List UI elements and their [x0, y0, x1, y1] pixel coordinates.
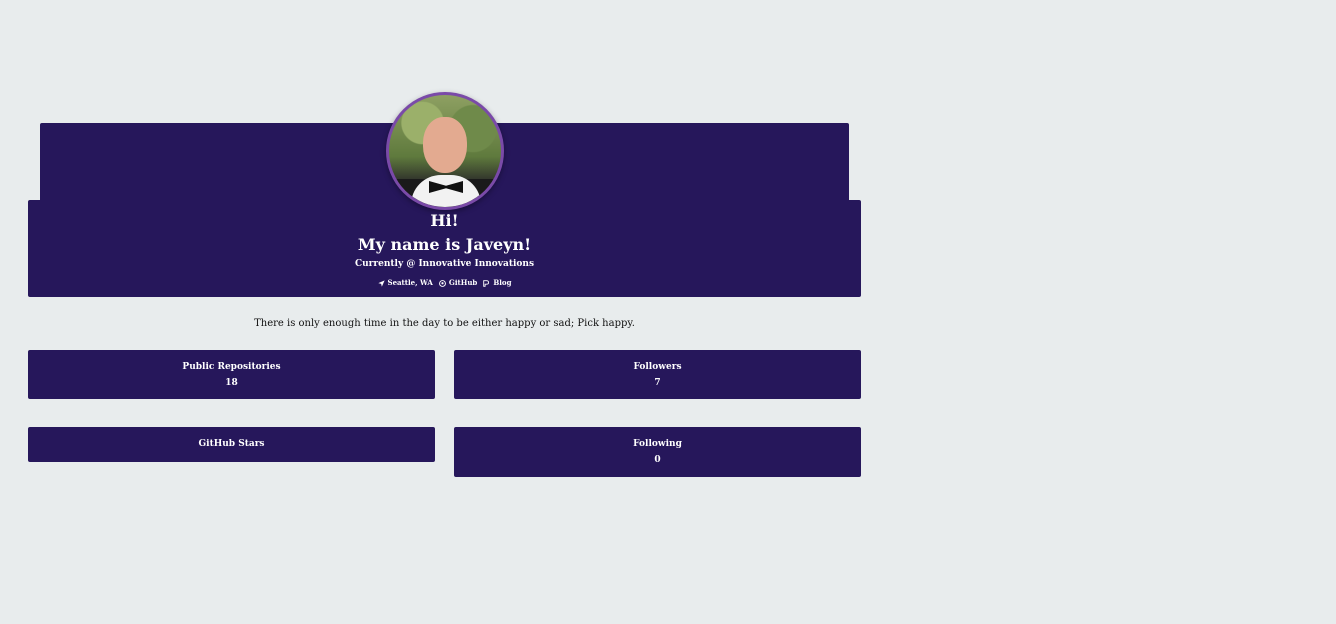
github-label: GitHub: [448, 278, 478, 287]
current-employer: Currently @ Innovative Innovations: [354, 259, 535, 269]
location-label: Seattle, WA: [387, 278, 433, 287]
github-link[interactable]: GitHub: [438, 278, 478, 288]
stat-label: Public Repositories: [182, 362, 281, 372]
stat-label: GitHub Stars: [198, 439, 265, 449]
tagline: There is only enough time in the day to …: [254, 318, 635, 329]
blog-label: Blog: [493, 278, 512, 287]
stat-value: 18: [225, 378, 238, 388]
location-arrow-icon: [377, 279, 385, 287]
avatar: [386, 92, 504, 210]
profile-links: Seattle, WA GitHub Blog: [28, 278, 861, 288]
profile-page: Hi! My name is Javeyn! Currently @ Innov…: [0, 0, 1336, 624]
greeting-heading: Hi!: [430, 211, 459, 230]
stat-followers: Followers 7: [454, 350, 861, 399]
location-link: Seattle, WA: [377, 278, 433, 288]
blog-link[interactable]: Blog: [483, 278, 511, 288]
stat-label: Followers: [633, 362, 682, 372]
profile-header: Hi! My name is Javeyn! Currently @ Innov…: [28, 200, 861, 297]
name-heading: My name is Javeyn!: [357, 235, 532, 254]
github-icon: [438, 279, 446, 287]
stat-following: Following 0: [454, 427, 861, 477]
stat-github-stars: GitHub Stars: [28, 427, 435, 462]
blog-icon: [483, 279, 490, 287]
stat-value: 0: [654, 455, 661, 465]
stat-public-repositories: Public Repositories 18: [28, 350, 435, 399]
stat-value: 7: [654, 378, 661, 388]
stat-label: Following: [633, 439, 682, 449]
